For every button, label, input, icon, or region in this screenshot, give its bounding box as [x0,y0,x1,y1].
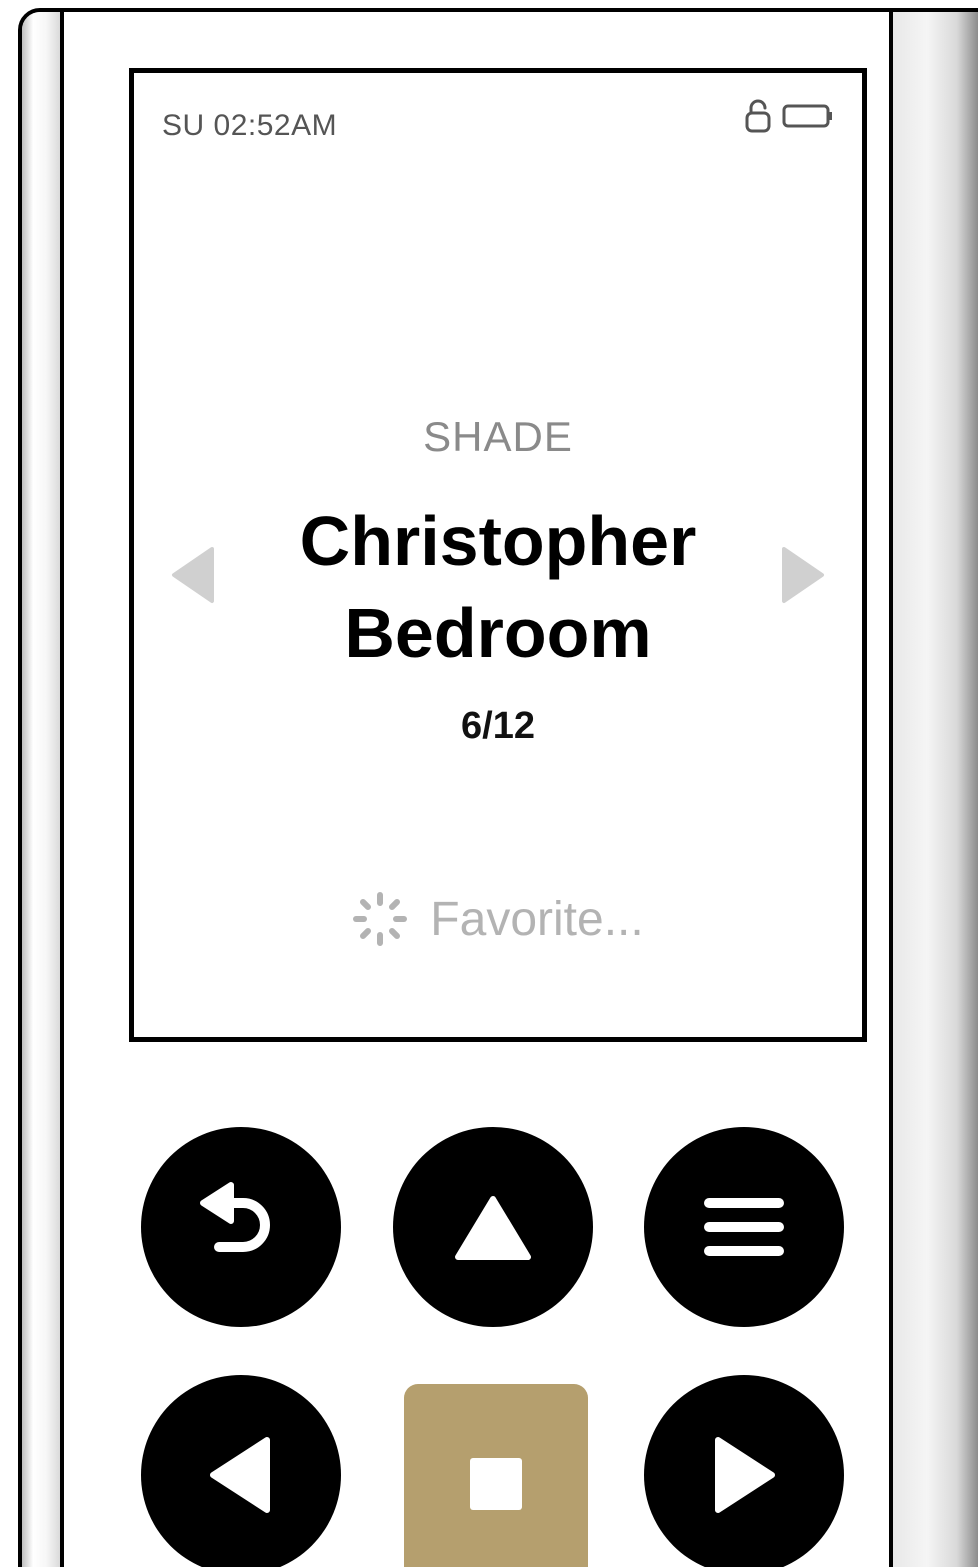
previous-device-arrow[interactable] [168,545,218,605]
loading-spinner-icon [353,892,408,946]
battery-icon [782,103,834,134]
hamburger-menu-icon [704,1198,784,1256]
menu-button[interactable] [644,1127,844,1327]
triangle-left-icon [172,547,214,603]
left-button[interactable] [141,1375,341,1567]
device-category: SHADE [423,413,573,460]
left-rail-edge [60,8,64,1567]
remote-device: SU 02:52AM SHADE Christopher Bedroom 6/1… [0,0,978,1567]
back-arrow-icon [200,1182,270,1252]
status-message: Favorite... [134,891,862,947]
stop-button[interactable] [404,1384,588,1567]
right-triangle-icon [715,1437,775,1513]
up-button[interactable] [393,1127,593,1327]
right-button[interactable] [644,1375,844,1567]
up-triangle-icon [455,1196,531,1260]
left-triangle-icon [210,1437,270,1513]
device-name: Christopher Bedroom [299,502,697,672]
back-button[interactable] [141,1127,341,1327]
right-side-rail [893,12,978,1567]
right-rail-edge [889,8,893,1567]
top-edge [40,8,978,12]
stop-square-icon [470,1458,522,1510]
next-device-arrow[interactable] [778,545,828,605]
status-icons [744,99,834,138]
unlocked-padlock-icon [744,99,772,138]
display-screen: SU 02:52AM SHADE Christopher Bedroom 6/1… [129,68,867,1042]
status-message-text: Favorite... [430,892,644,946]
left-side-rail [22,12,62,1567]
triangle-right-icon [782,547,824,603]
status-time: SU 02:52AM [162,109,338,142]
device-counter: 6/12 [461,705,535,747]
